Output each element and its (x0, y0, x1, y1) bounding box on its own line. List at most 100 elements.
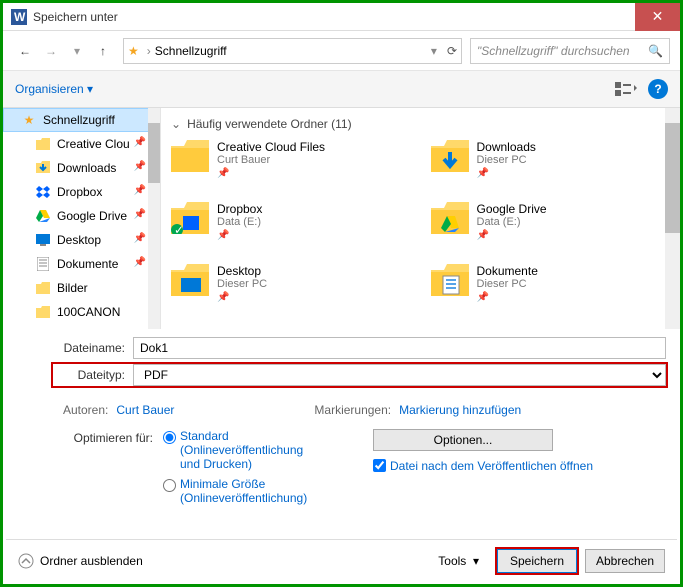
pin-icon: 📌 (217, 168, 325, 179)
documents-icon (35, 256, 51, 272)
address-dropdown-icon[interactable]: ▾ (431, 44, 437, 58)
pin-icon: 📌 (134, 161, 146, 172)
folder-item[interactable]: DokumenteDieser PC📌 (431, 264, 671, 320)
filetype-row: Dateityp: PDF (53, 364, 666, 386)
tags-label: Markierungen: (314, 403, 391, 417)
sidebar-item-google-drive[interactable]: Google Drive 📌 (3, 204, 160, 228)
radio-standard[interactable]: Standard (Onlineveröffentlichung und Dru… (163, 429, 313, 471)
up-button[interactable]: ↑ (91, 39, 115, 63)
sidebar-item-label: Downloads (57, 161, 116, 175)
sidebar-item-downloads[interactable]: Downloads 📌 (3, 156, 160, 180)
cancel-button[interactable]: Abbrechen (585, 549, 665, 573)
main-area: ★ Schnellzugriff Creative Clou 📌 Downloa… (3, 107, 680, 329)
sidebar-item-desktop[interactable]: Desktop 📌 (3, 228, 160, 252)
pin-icon: 📌 (477, 230, 547, 241)
content-heading: Häufig verwendete Ordner (11) (187, 117, 352, 131)
folder-item[interactable]: DesktopDieser PC📌 (171, 264, 411, 320)
open-after-input[interactable] (373, 459, 386, 472)
sidebar-item-dropbox[interactable]: Dropbox 📌 (3, 180, 160, 204)
folder-sub: Data (E:) (477, 216, 547, 228)
radio-standard-input[interactable] (163, 431, 176, 444)
tags-value[interactable]: Markierung hinzufügen (399, 403, 521, 417)
radio-minimal[interactable]: Minimale Größe (Onlineveröffentlichung) (163, 477, 313, 505)
pin-icon: 📌 (477, 168, 536, 179)
organize-menu[interactable]: Organisieren ▾ (15, 82, 93, 97)
folder-name: Desktop (217, 264, 267, 278)
authors-value[interactable]: Curt Bauer (116, 403, 174, 417)
word-app-icon: W (11, 9, 27, 25)
folder-sub: Data (E:) (217, 216, 262, 228)
folder-item[interactable]: ✓ DropboxData (E:)📌 (171, 202, 411, 258)
folder-name: Dokumente (477, 264, 538, 278)
filetype-select[interactable]: PDF (133, 364, 666, 386)
sidebar-item-pictures[interactable]: Bilder (3, 276, 160, 300)
filename-input[interactable] (133, 337, 666, 359)
sidebar-item-creative-cloud[interactable]: Creative Clou 📌 (3, 132, 160, 156)
filename-row: Dateiname: (53, 337, 666, 359)
sidebar-item-label: Desktop (57, 233, 101, 247)
folder-icon (35, 136, 51, 152)
back-button[interactable]: ← (13, 39, 37, 63)
folder-icon (35, 304, 51, 320)
folder-item[interactable]: Creative Cloud FilesCurt Bauer 📌 (171, 140, 411, 196)
dialog-footer: Ordner ausblenden Tools ▾ Speichern Abbr… (6, 539, 677, 581)
dropbox-folder-icon: ✓ (171, 202, 209, 240)
pin-icon: 📌 (134, 257, 146, 268)
sidebar-item-label: Dropbox (57, 185, 102, 199)
tools-menu[interactable]: Tools ▾ (438, 554, 479, 568)
close-button[interactable]: ✕ (635, 3, 680, 31)
folder-item[interactable]: Google DriveData (E:) 📌 (431, 202, 671, 258)
folder-sub: Curt Bauer (217, 154, 325, 166)
svg-text:W: W (14, 10, 26, 24)
view-mode-button[interactable] (612, 78, 640, 100)
sidebar-item-quickaccess[interactable]: ★ Schnellzugriff (3, 108, 160, 132)
chevron-up-icon (18, 553, 34, 569)
folder-name: Google Drive (477, 202, 547, 216)
address-bar[interactable]: ★ › Schnellzugriff ▾ ⟳ (123, 38, 462, 64)
radio-standard-label: Standard (Onlineveröffentlichung und Dru… (180, 429, 313, 471)
breadcrumb-location[interactable]: Schnellzugriff (155, 44, 227, 58)
search-input[interactable]: "Schnellzugriff" durchsuchen 🔍 (470, 38, 670, 64)
help-button[interactable]: ? (648, 79, 668, 99)
folder-icon (171, 140, 209, 178)
sidebar-item-label: Schnellzugriff (43, 113, 115, 127)
refresh-icon[interactable]: ⟳ (447, 44, 457, 58)
pin-icon: 📌 (134, 137, 146, 148)
folder-icon (35, 280, 51, 296)
forward-button[interactable]: → (39, 39, 63, 63)
recent-dropdown[interactable]: ▾ (65, 39, 89, 63)
search-placeholder: "Schnellzugriff" durchsuchen (477, 44, 630, 58)
open-after-checkbox[interactable]: Datei nach dem Veröffentlichen öffnen (373, 459, 593, 473)
pin-icon: 📌 (134, 209, 146, 220)
filetype-label: Dateityp: (53, 368, 125, 382)
radio-minimal-input[interactable] (163, 479, 176, 492)
save-button[interactable]: Speichern (497, 549, 577, 573)
content-scrollbar[interactable] (665, 108, 680, 329)
google-drive-icon (35, 208, 51, 224)
folder-sub: Dieser PC (477, 154, 536, 166)
sidebar-item-documents[interactable]: Dokumente 📌 (3, 252, 160, 276)
sidebar-item-100canon[interactable]: 100CANON (3, 300, 160, 324)
dropbox-icon (35, 184, 51, 200)
folder-name: Creative Cloud Files (217, 140, 325, 154)
title-bar: W Speichern unter ✕ (3, 3, 680, 31)
sidebar-item-label: Dokumente (57, 257, 118, 271)
desktop-icon (35, 232, 51, 248)
collapse-icon[interactable]: ⌄ (171, 117, 181, 131)
navigation-sidebar: ★ Schnellzugriff Creative Clou 📌 Downloa… (3, 108, 161, 329)
breadcrumb-separator: › (147, 44, 151, 58)
pin-icon: 📌 (217, 230, 262, 241)
meta-row: Autoren:Curt Bauer Markierungen:Markieru… (3, 399, 680, 421)
sidebar-scrollbar[interactable] (148, 108, 160, 329)
sidebar-item-label: Google Drive (57, 209, 127, 223)
hide-folders-toggle[interactable]: Ordner ausblenden (18, 553, 430, 569)
optimize-section: Optimieren für: Standard (Onlineveröffen… (3, 421, 680, 519)
sidebar-item-label: Creative Clou (57, 137, 130, 151)
optimize-label: Optimieren für: (63, 429, 153, 511)
options-button[interactable]: Optionen... (373, 429, 553, 451)
content-heading-row[interactable]: ⌄ Häufig verwendete Ordner (11) (161, 108, 680, 140)
search-icon[interactable]: 🔍 (648, 44, 663, 58)
pin-icon: 📌 (134, 233, 146, 244)
svg-text:✓: ✓ (174, 223, 184, 234)
folder-item[interactable]: DownloadsDieser PC📌 (431, 140, 671, 196)
